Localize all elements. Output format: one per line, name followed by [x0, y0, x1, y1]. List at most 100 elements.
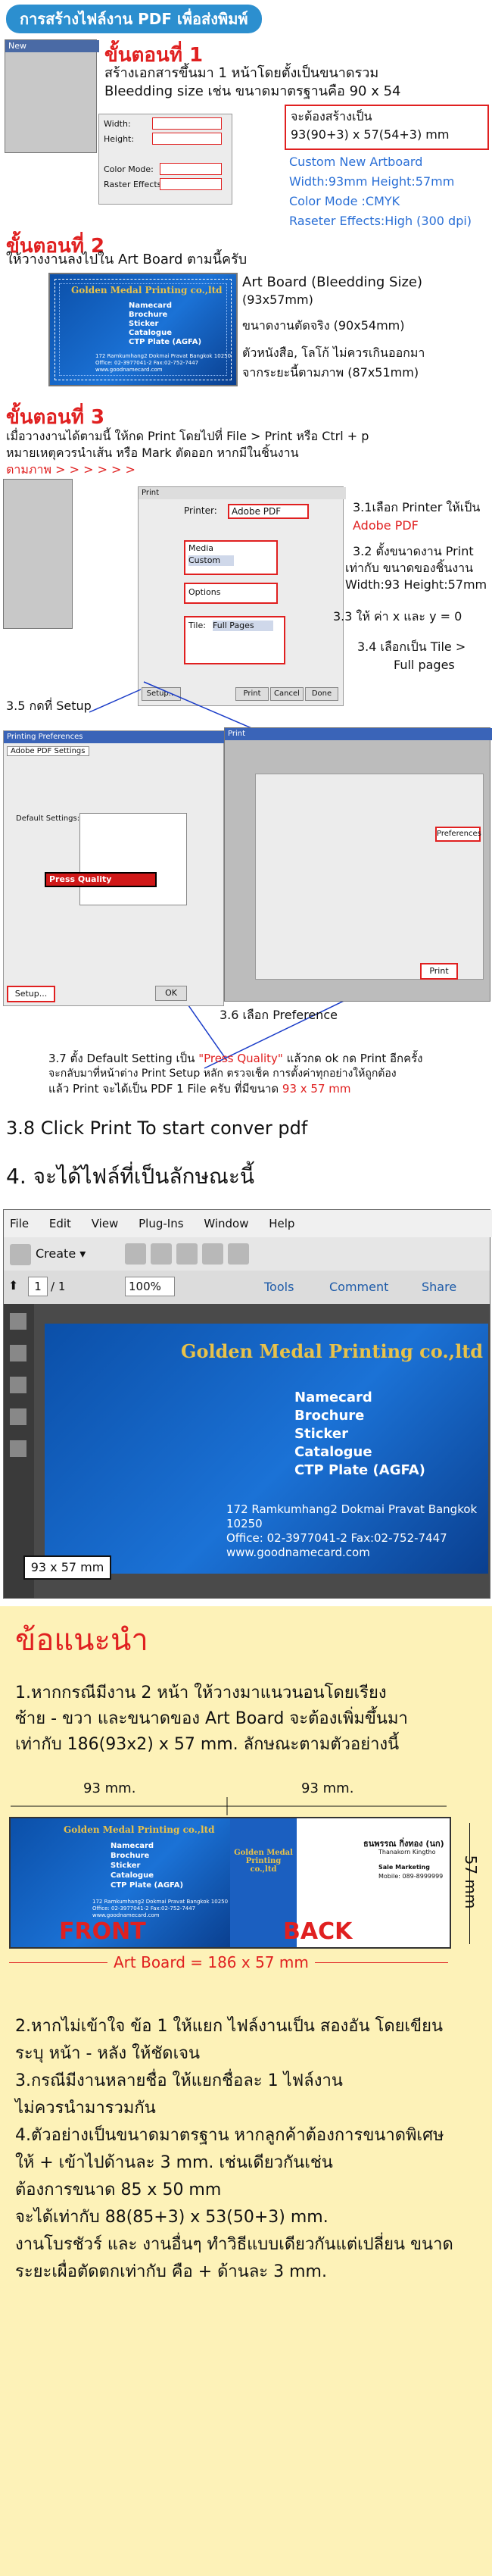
setup-button-highlight[interactable]: Setup...: [7, 986, 55, 1002]
setup-inner-panel: [255, 774, 484, 980]
back-label: BACK: [283, 1918, 353, 1945]
create-icon: [10, 1243, 31, 1265]
menu-edit[interactable]: Edit: [49, 1217, 71, 1230]
arrow-line: [89, 689, 142, 713]
pref-tab-pdf-settings[interactable]: Adobe PDF Settings: [7, 746, 89, 756]
pdf-card-service-item: Catalogue: [294, 1444, 372, 1460]
advice-p1-line3: เท่ากับ 186(93x2) x 57 mm. ลักษณะตามตัวอ…: [15, 1735, 400, 1754]
print-button-highlight[interactable]: Print: [420, 963, 458, 980]
front-card-company: Golden Medal Printing co.,ltd: [64, 1824, 215, 1835]
step4-title: 4. จะได้ไฟล์ที่เป็นลักษณะนี้: [6, 1164, 255, 1189]
open-icon[interactable]: [125, 1243, 146, 1265]
press-quality-option[interactable]: Press Quality: [45, 872, 157, 887]
artboard-width-dimension: Art Board = 186 x 57 mm: [9, 1952, 448, 1974]
attachments-icon[interactable]: [10, 1377, 26, 1393]
comment-icon[interactable]: [228, 1243, 249, 1265]
pdf-card-service-item: Brochure: [294, 1408, 365, 1424]
printing-preferences-dialog: Printing Preferences Adobe PDF Settings …: [3, 730, 226, 1006]
default-settings-dropdown[interactable]: [79, 813, 187, 905]
advice-p4-line3: ต้องการขนาด 85 x 50 mm: [15, 2181, 222, 2199]
default-settings-label: Default Settings:: [16, 814, 80, 823]
advice-p4-line6: ระยะเผื่อตัดตกเท่ากับ คือ + ด้านละ 3 mm.: [15, 2262, 327, 2281]
tools-tab[interactable]: Tools: [264, 1280, 294, 1294]
front-label: FRONT: [59, 1918, 146, 1945]
two-sided-artboard: Golden Medal Printing co.,ltd Namecard B…: [9, 1817, 451, 1949]
pref-dialog-title: Printing Preferences: [4, 731, 226, 743]
email-icon[interactable]: [202, 1243, 223, 1265]
signatures-icon[interactable]: [10, 1440, 26, 1457]
menu-file[interactable]: File: [10, 1217, 29, 1230]
advice-p1-line2: ซ้าย - ขวา และขนาดของ Art Board จะต้องเพ…: [15, 1709, 408, 1728]
create-label: Create: [36, 1246, 76, 1261]
advice-p2-line1: 2.หากไม่เข้าใจ ข้อ 1 ให้แยก ไฟล์งานเป็น …: [15, 2017, 444, 2036]
prev-page-icon[interactable]: ⬆: [8, 1278, 18, 1293]
menu-plug-ins[interactable]: Plug-Ins: [139, 1217, 183, 1230]
note-3-6: 3.6 เลือก Preference: [220, 1008, 338, 1022]
menu-window[interactable]: Window: [204, 1217, 248, 1230]
front-card-service-item: Namecard: [111, 1842, 154, 1850]
advice-p4-line1: 4.ตัวอย่างเป็นขนาดมาตรฐาน หากลูกค้าต้องก…: [15, 2126, 444, 2145]
left-nav-pane: [4, 1304, 34, 1598]
comment-tab[interactable]: Comment: [329, 1280, 388, 1294]
advice-p4-line2: ให้ + เข้าไปด้านละ 3 mm. เช่นเดียวกันเช่…: [15, 2153, 333, 2172]
height-dimension: 57 mm: [459, 1823, 481, 1944]
back-card-name-en: Thanakorn Kingtho: [378, 1849, 436, 1855]
note-3-7-press-quality: "Press Quality": [198, 1052, 283, 1065]
step-3-8: 3.8 Click Print To start conver pdf: [6, 1118, 308, 1139]
setup-dialog-title: Print: [225, 728, 492, 740]
back-card-logo-text: Golden Medal Printing co.,ltd: [234, 1849, 293, 1874]
acrobat-window: File Edit View Plug-Ins Window Help Crea…: [3, 1209, 492, 1599]
advice-p3-line2: ไม่ควรนำมารวมกัน: [15, 2099, 156, 2118]
menu-bar: File Edit View Plug-Ins Window Help: [4, 1210, 492, 1237]
dim-left-label: 93 mm.: [83, 1780, 136, 1796]
ok-button[interactable]: OK: [155, 986, 187, 1001]
share-tab[interactable]: Share: [422, 1280, 456, 1294]
pdf-card-address-block: 172 Ramkumhang2 Dokmai Pravat Bangkok 10…: [226, 1502, 488, 1560]
advice-p1-line1: 1.หากกรณีมีงาน 2 หน้า ให้วางมาแนวนอนโดยเ…: [15, 1683, 387, 1702]
pages-icon[interactable]: [10, 1313, 26, 1330]
pdf-card-company: Golden Medal Printing co.,ltd: [181, 1340, 484, 1362]
page-number-input[interactable]: 1: [28, 1277, 48, 1296]
pdf-card-web: www.goodnamecard.com: [226, 1546, 370, 1559]
pdf-card-phone: Office: 02-3977041-2 Fax:02-752-7447: [226, 1531, 447, 1545]
height-dim-label: 57 mm: [462, 1855, 480, 1909]
advice-p3-line1: 3.กรณีมีงานหลายชื่อ ให้แยกชื่อละ 1 ไฟล์ง…: [15, 2071, 343, 2090]
advice-title: ข้อแนะนำ: [15, 1623, 148, 1658]
note-3-7-line3: แล้ว Print จะได้เป็น PDF 1 File ครับ ที่…: [48, 1082, 351, 1096]
front-card-address-block: 172 Ramkumhang2 Dokmai Pravat Bangkok 10…: [92, 1899, 228, 1919]
front-card-address: 172 Ramkumhang2 Dokmai Pravat Bangkok 10…: [92, 1899, 229, 1905]
pdf-card-address: 172 Ramkumhang2 Dokmai Pravat Bangkok 10…: [226, 1502, 478, 1530]
preferences-button[interactable]: Preferences: [435, 827, 481, 842]
back-card-role: Sale Marketing: [378, 1864, 430, 1871]
pdf-card-services: Namecard Brochure Sticker Catalogue CTP …: [294, 1389, 425, 1480]
page-total: / 1: [51, 1280, 66, 1293]
size-badge: 93 x 57 mm: [23, 1555, 111, 1580]
menu-help[interactable]: Help: [269, 1217, 294, 1230]
front-card-service-item: Sticker: [111, 1862, 141, 1870]
create-button[interactable]: Create ▾: [10, 1243, 86, 1265]
advice-p4-line5: งานโบรชัวร์ และ งานอื่นๆ ทำวิธีแบบเดียวก…: [15, 2235, 453, 2254]
toolbar-row-1: Create ▾: [4, 1237, 490, 1271]
print-icon[interactable]: [176, 1243, 198, 1265]
pdf-card-service-item: CTP Plate (AGFA): [294, 1462, 425, 1478]
front-card-service-item: Catalogue: [111, 1871, 154, 1880]
printer-setup-dialog: Print Preferences Print: [224, 727, 492, 1002]
front-card-service-item: Brochure: [111, 1852, 150, 1860]
advice-p2-line2: ระบุ หน้า - หลัง ให้ชัดเจน: [15, 2044, 201, 2063]
dim-right-label: 93 mm.: [301, 1780, 354, 1796]
bookmarks-icon[interactable]: [10, 1345, 26, 1361]
advice-p4-line4: จะได้เท่ากับ 88(85+3) x 53(50+3) mm.: [15, 2208, 329, 2227]
pdf-card-service-item: Sticker: [294, 1426, 348, 1442]
front-card-services: Namecard Brochure Sticker Catalogue CTP …: [111, 1841, 183, 1890]
note-3-7-line2: จะกลับมาที่หน้าต่าง Print Setup หลัก ตรว…: [48, 1068, 397, 1080]
front-card-service-item: CTP Plate (AGFA): [111, 1881, 184, 1890]
menu-view[interactable]: View: [92, 1217, 119, 1230]
toolbar-icons: [125, 1243, 254, 1265]
layers-icon[interactable]: [10, 1408, 26, 1425]
note-3-7-part-c: แล้ว Print จะได้เป็น PDF 1 File ครับ ที่…: [48, 1082, 282, 1096]
note-3-7-part-b: แล้วกด ok กด Print อีกครั้ง: [282, 1052, 423, 1065]
artboard-size-label: Art Board = 186 x 57 mm: [107, 1952, 315, 1973]
back-card-mobile: Mobile: 089-8999999: [378, 1873, 444, 1880]
save-icon[interactable]: [151, 1243, 172, 1265]
zoom-select[interactable]: 100%: [125, 1277, 175, 1296]
